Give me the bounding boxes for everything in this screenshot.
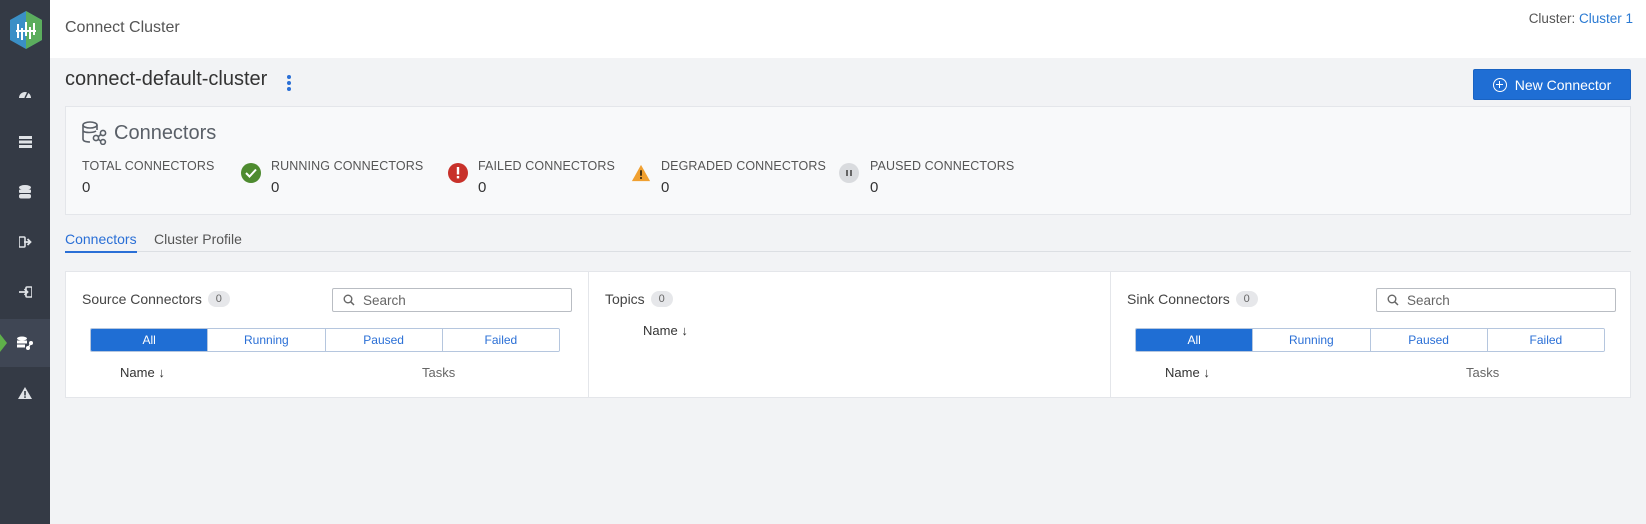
filter-running[interactable]: Running xyxy=(1252,329,1370,351)
alerts-icon xyxy=(18,387,32,399)
cluster-link[interactable]: Cluster 1 xyxy=(1579,11,1633,26)
brokers-icon xyxy=(18,136,32,148)
nav-dashboard[interactable] xyxy=(0,69,50,117)
plus-circle-icon xyxy=(1492,77,1507,92)
filter-paused[interactable]: Paused xyxy=(1369,329,1487,351)
stat-paused: PAUSED CONNECTORS 0 xyxy=(870,159,1014,196)
topics-count-badge: 0 xyxy=(650,291,673,307)
sort-down-icon: ↓ xyxy=(1203,365,1210,380)
filter-all[interactable]: All xyxy=(1136,329,1253,351)
nav-consumers[interactable] xyxy=(0,268,50,316)
sink-count-badge: 0 xyxy=(1235,291,1258,307)
cluster-selector: Cluster: Cluster 1 xyxy=(1529,11,1633,26)
stat-value: 0 xyxy=(661,179,670,196)
nav-brokers[interactable] xyxy=(0,118,50,166)
source-col-name[interactable]: Name ↓ xyxy=(120,365,165,380)
source-filter-group: All Running Paused Failed xyxy=(90,328,560,352)
sink-col-tasks: Tasks xyxy=(1466,365,1500,380)
kebab-menu-icon[interactable] xyxy=(286,75,292,93)
source-connectors-panel: Source Connectors 0 All Running Paused F… xyxy=(66,272,588,397)
dashboard-icon xyxy=(19,91,31,99)
filter-failed[interactable]: Failed xyxy=(441,329,559,351)
stat-running: RUNNING CONNECTORS 0 xyxy=(271,159,423,196)
consumers-icon xyxy=(18,286,32,298)
search-icon xyxy=(343,294,355,306)
sink-search-input[interactable] xyxy=(1407,292,1597,308)
sink-connectors-panel: Sink Connectors 0 All Running Paused Fai… xyxy=(1110,272,1630,397)
logo-icon[interactable] xyxy=(8,10,44,50)
error-icon xyxy=(448,163,468,183)
search-icon xyxy=(1387,294,1399,306)
source-search[interactable] xyxy=(332,288,572,312)
source-title: Source Connectors xyxy=(82,291,202,307)
page-title: connect-default-cluster xyxy=(65,68,268,90)
summary-title: Connectors xyxy=(114,121,217,144)
nav-producers[interactable] xyxy=(0,218,50,266)
database-icon xyxy=(19,185,31,199)
source-search-input[interactable] xyxy=(363,292,553,308)
sort-down-icon: ↓ xyxy=(158,365,165,380)
sink-search[interactable] xyxy=(1376,288,1616,312)
tab-connectors[interactable]: Connectors xyxy=(65,231,137,253)
source-count-badge: 0 xyxy=(207,291,230,307)
topics-panel: Topics 0 Name ↓ xyxy=(588,272,1110,397)
topics-title: Topics xyxy=(605,291,645,307)
stat-label: FAILED CONNECTORS xyxy=(478,159,615,173)
app-title: Connect Cluster xyxy=(65,19,180,36)
stat-label: DEGRADED CONNECTORS xyxy=(661,159,826,173)
topics-col-name[interactable]: Name ↓ xyxy=(643,323,688,338)
sink-col-name[interactable]: Name ↓ xyxy=(1165,365,1210,380)
nav-topics[interactable] xyxy=(0,168,50,216)
producers-icon xyxy=(18,236,32,248)
filter-running[interactable]: Running xyxy=(207,329,325,351)
stat-total: TOTAL CONNECTORS 0 xyxy=(82,159,214,196)
tab-cluster-profile[interactable]: Cluster Profile xyxy=(154,231,242,251)
col-name-label: Name xyxy=(643,323,678,338)
stat-value: 0 xyxy=(478,179,487,196)
filter-paused[interactable]: Paused xyxy=(324,329,442,351)
source-col-tasks: Tasks xyxy=(422,365,456,380)
connectors-panels: Source Connectors 0 All Running Paused F… xyxy=(65,271,1631,398)
connectors-summary: Connectors TOTAL CONNECTORS 0 RUNNING CO… xyxy=(65,106,1631,215)
stat-failed: FAILED CONNECTORS 0 xyxy=(478,159,615,196)
col-name-label: Name xyxy=(120,365,155,380)
connectors-icon xyxy=(82,121,107,145)
new-connector-button[interactable]: New Connector xyxy=(1473,69,1631,100)
filter-all[interactable]: All xyxy=(91,329,208,351)
stat-value: 0 xyxy=(82,179,91,196)
new-connector-label: New Connector xyxy=(1514,76,1612,93)
col-name-label: Name xyxy=(1165,365,1200,380)
cluster-label: Cluster: xyxy=(1528,11,1576,26)
check-circle-icon xyxy=(241,163,261,183)
top-bar: Connect Cluster Cluster: Cluster 1 xyxy=(50,0,1646,58)
warning-icon xyxy=(631,163,651,183)
sort-down-icon: ↓ xyxy=(681,323,688,338)
nav-alerts[interactable] xyxy=(0,369,50,417)
pause-icon xyxy=(839,163,859,183)
sink-filter-group: All Running Paused Failed xyxy=(1135,328,1605,352)
sidebar xyxy=(0,0,50,524)
filter-failed[interactable]: Failed xyxy=(1486,329,1604,351)
stat-label: TOTAL CONNECTORS xyxy=(82,159,215,173)
stat-degraded: DEGRADED CONNECTORS 0 xyxy=(661,159,826,196)
active-marker xyxy=(0,334,7,352)
sink-title: Sink Connectors xyxy=(1127,291,1230,307)
stat-value: 0 xyxy=(870,179,879,196)
stat-label: RUNNING CONNECTORS xyxy=(271,159,424,173)
tab-bar: Connectors Cluster Profile xyxy=(65,228,1631,253)
nav-connect[interactable] xyxy=(0,319,50,367)
connect-icon xyxy=(16,336,33,350)
stat-value: 0 xyxy=(271,179,280,196)
stat-label: PAUSED CONNECTORS xyxy=(870,159,1015,173)
